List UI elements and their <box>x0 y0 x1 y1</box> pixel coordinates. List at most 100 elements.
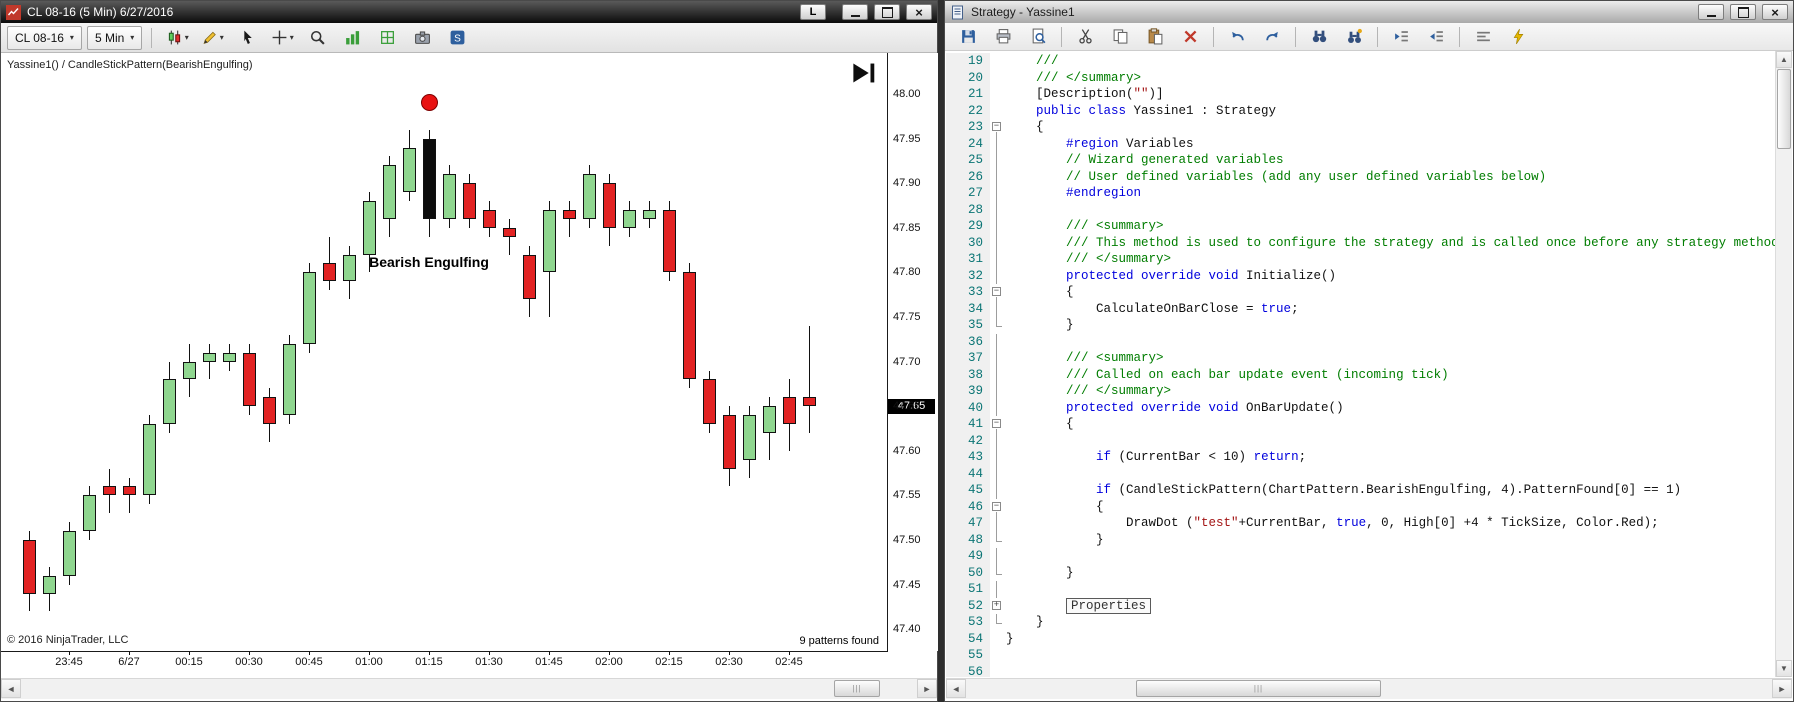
run-button[interactable] <box>1502 24 1534 50</box>
line-number[interactable]: 20 <box>946 69 990 86</box>
code-text[interactable]: /// Called on each bar update event (inc… <box>1004 367 1449 384</box>
zoom-button[interactable] <box>301 25 333 51</box>
line-number[interactable]: 40 <box>946 399 990 416</box>
redo-button[interactable] <box>1256 24 1288 50</box>
code-text[interactable]: { <box>1004 119 1044 136</box>
line-number[interactable]: 19 <box>946 53 990 70</box>
code-text[interactable]: if (CurrentBar < 10) return; <box>1004 449 1306 466</box>
copy-button[interactable] <box>1104 24 1136 50</box>
fold-margin[interactable] <box>990 86 1004 103</box>
code-text[interactable] <box>1004 664 1006 678</box>
scroll-up-icon[interactable]: ▲ <box>1776 51 1792 68</box>
code-text[interactable]: CalculateOnBarClose = true; <box>1004 301 1299 318</box>
code-text[interactable]: { <box>1004 499 1104 516</box>
code-text[interactable]: // Wizard generated variables <box>1004 152 1284 169</box>
outdent-button[interactable] <box>1420 24 1452 50</box>
fold-margin[interactable] <box>990 300 1004 318</box>
line-number[interactable]: 22 <box>946 102 990 119</box>
save-button[interactable] <box>952 24 984 50</box>
line-number[interactable]: 27 <box>946 185 990 202</box>
fold-margin[interactable] <box>990 251 1004 268</box>
replace-button[interactable] <box>1338 24 1370 50</box>
maximize-button[interactable] <box>1730 4 1756 20</box>
line-number[interactable]: 35 <box>946 317 990 334</box>
code-text[interactable]: if (CandleStickPattern(ChartPattern.Bear… <box>1004 482 1681 499</box>
fold-margin[interactable] <box>990 234 1004 252</box>
fold-margin[interactable] <box>990 416 1004 433</box>
line-number[interactable]: 44 <box>946 465 990 482</box>
fold-margin[interactable] <box>990 152 1004 169</box>
fold-margin[interactable] <box>990 333 1004 351</box>
cut-button[interactable] <box>1069 24 1101 50</box>
line-number[interactable]: 25 <box>946 152 990 169</box>
scroll-right-icon[interactable]: ► <box>1772 679 1792 698</box>
fold-margin[interactable] <box>990 185 1004 202</box>
code-text[interactable]: { <box>1004 284 1074 301</box>
code-text[interactable]: // User defined variables (add any user … <box>1004 169 1546 186</box>
fold-margin[interactable] <box>990 482 1004 499</box>
fold-margin[interactable] <box>990 168 1004 186</box>
chart-style-button[interactable]: ▾ <box>161 25 193 51</box>
line-number[interactable]: 33 <box>946 284 990 301</box>
line-number[interactable]: 47 <box>946 515 990 532</box>
paste-button[interactable] <box>1139 24 1171 50</box>
fold-margin[interactable] <box>990 465 1004 483</box>
code-text[interactable]: DrawDot ("test"+CurrentBar, true, 0, Hig… <box>1004 515 1659 532</box>
code-text[interactable]: /// <summary> <box>1004 218 1164 235</box>
line-number[interactable]: 30 <box>946 234 990 251</box>
line-number[interactable]: 53 <box>946 614 990 631</box>
code-text[interactable] <box>1004 433 1006 450</box>
line-number[interactable]: 48 <box>946 531 990 548</box>
fold-margin[interactable] <box>990 284 1004 301</box>
grid-button[interactable] <box>371 25 403 51</box>
print-button[interactable] <box>987 24 1019 50</box>
code-text[interactable]: /// This method is used to configure the… <box>1004 235 1775 252</box>
fold-margin[interactable] <box>990 317 1004 334</box>
align-button[interactable] <box>1467 24 1499 50</box>
line-number[interactable]: 34 <box>946 300 990 317</box>
fold-margin[interactable] <box>990 449 1004 466</box>
editor-window-titlebar[interactable]: Strategy - Yassine1 × <box>945 1 1793 23</box>
fold-margin[interactable] <box>990 350 1004 367</box>
data-series-button[interactable] <box>336 25 368 51</box>
code-text[interactable]: [Description("")] <box>1004 86 1164 103</box>
fold-margin[interactable] <box>990 267 1004 285</box>
play-icon[interactable] <box>851 61 877 85</box>
line-number[interactable]: 31 <box>946 251 990 268</box>
code-text[interactable] <box>1004 548 1006 565</box>
fold-margin[interactable] <box>990 515 1004 532</box>
line-number[interactable]: 43 <box>946 449 990 466</box>
code-text[interactable]: protected override void Initialize() <box>1004 268 1336 285</box>
indent-button[interactable] <box>1385 24 1417 50</box>
code-text[interactable]: public class Yassine1 : Strategy <box>1004 103 1276 120</box>
code-text[interactable]: #region Variables <box>1004 136 1194 153</box>
editor-lines[interactable]: 19 ///20 /// </summary> 21 [Description("… <box>946 53 1775 677</box>
line-number[interactable]: 41 <box>946 416 990 433</box>
line-number[interactable]: 51 <box>946 581 990 598</box>
delete-button[interactable] <box>1174 24 1206 50</box>
fold-margin[interactable] <box>990 103 1004 120</box>
scroll-down-icon[interactable]: ▼ <box>1776 660 1792 677</box>
fold-margin[interactable] <box>990 647 1004 664</box>
fold-margin[interactable] <box>990 598 1004 615</box>
line-number[interactable]: 39 <box>946 383 990 400</box>
line-number[interactable]: 50 <box>946 564 990 581</box>
fold-margin[interactable] <box>990 53 1004 70</box>
code-text[interactable]: protected override void OnBarUpdate() <box>1004 400 1344 417</box>
scroll-left-icon[interactable]: ◄ <box>1 679 21 698</box>
code-text[interactable]: { <box>1004 416 1074 433</box>
price-axis[interactable]: 47.65 48.00 47.95 47.90 47.85 47.80 47.75 47.7… <box>888 53 938 651</box>
fold-margin[interactable] <box>990 201 1004 219</box>
line-number[interactable]: 21 <box>946 86 990 103</box>
close-button[interactable]: × <box>906 4 932 20</box>
fold-margin[interactable] <box>990 531 1004 549</box>
fold-margin[interactable] <box>990 631 1004 648</box>
fold-margin[interactable] <box>990 499 1004 516</box>
code-text[interactable] <box>1004 202 1006 219</box>
cursor-button[interactable] <box>231 25 263 51</box>
line-number[interactable]: 26 <box>946 168 990 185</box>
fold-margin[interactable] <box>990 564 1004 582</box>
line-number[interactable]: 38 <box>946 366 990 383</box>
link-button[interactable]: L <box>800 4 826 20</box>
line-number[interactable]: 55 <box>946 647 990 664</box>
